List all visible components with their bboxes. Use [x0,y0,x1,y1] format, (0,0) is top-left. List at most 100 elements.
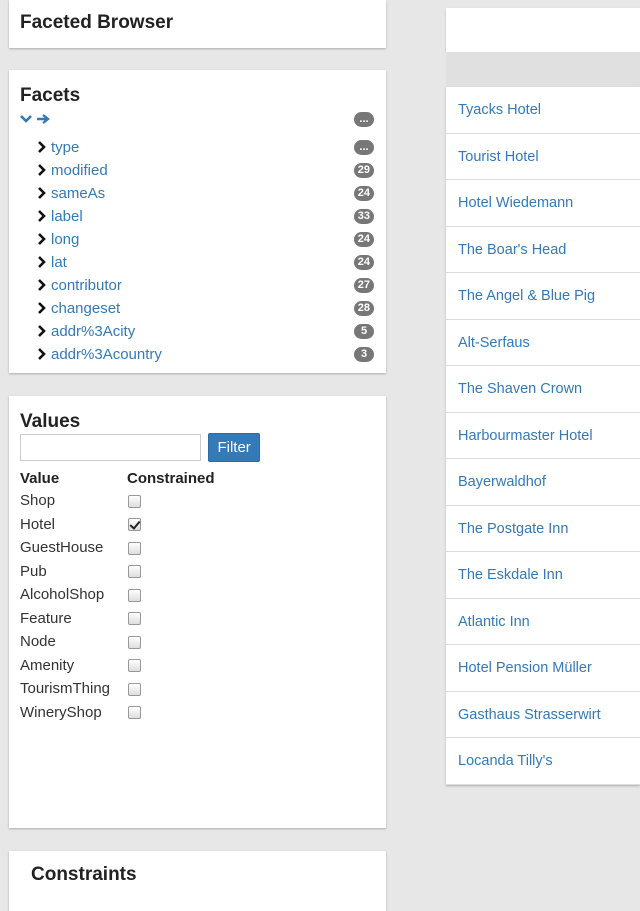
chevron-right-icon[interactable] [37,298,49,321]
facet-count-badge: 28 [353,301,374,316]
value-constrained-cell [127,654,215,678]
constrained-checkbox[interactable] [128,682,141,696]
constrained-checkbox[interactable] [128,659,141,673]
facet-link[interactable]: addr%3Acity [51,323,135,340]
facet-item[interactable]: type... [37,136,386,159]
chevron-right-icon[interactable] [37,275,49,298]
constrained-checkbox[interactable] [128,494,141,508]
facet-list: type... modified 29 sameAs 24 label 33 long 24 la… [37,136,386,366]
chevron-right-icon[interactable] [37,229,49,252]
constrained-checkbox[interactable] [128,706,141,720]
value-label: Amenity [20,656,75,674]
facet-item[interactable]: modified 29 [37,159,386,182]
result-item[interactable]: Harbourmaster Hotel [446,413,640,459]
chevron-down-icon[interactable] [20,114,32,124]
col-constrained-header: Constrained [127,469,215,487]
facet-count-badge: 29 [353,163,374,178]
filter-input[interactable] [20,434,201,461]
result-item[interactable]: Gasthaus Strasserwirt [446,692,640,738]
chevron-right-icon[interactable] [37,183,49,206]
chevron-right-icon[interactable] [37,160,49,183]
constraints-panel: Constraints [9,851,386,911]
facet-link[interactable]: sameAs [51,185,105,202]
result-item[interactable]: Bayerwaldhof [446,459,640,506]
value-row: Pub [20,560,215,584]
constrained-checkbox[interactable] [128,612,141,626]
result-item[interactable]: Alt-Serfaus [446,320,640,366]
facet-count-badge: 5 [354,324,374,339]
facet-count-badge: 24 [353,255,374,270]
result-item[interactable]: Locanda Tilly's [446,738,640,785]
result-item[interactable]: Hotel Pension Müller [446,645,640,692]
facet-link[interactable]: type [51,139,79,156]
facet-link[interactable]: label [51,208,83,225]
filter-button[interactable]: Filter [208,433,260,462]
value-row: Shop [20,489,215,513]
facet-item[interactable]: lat 24 [37,251,386,274]
value-label: WineryShop [20,703,102,721]
value-label: GuestHouse [20,539,104,557]
result-item[interactable]: The Shaven Crown [446,366,640,413]
facet-item[interactable]: label 33 [37,205,386,228]
facet-link[interactable]: contributor [51,277,122,294]
facet-item[interactable]: long 24 [37,228,386,251]
result-item[interactable]: Tourist Hotel [446,134,640,180]
facet-count-badge: 27 [353,278,374,293]
value-row: Node [20,630,215,654]
result-item[interactable]: The Boar's Head [446,227,640,273]
chevron-right-icon[interactable] [37,321,49,344]
result-item[interactable]: The Postgate Inn [446,506,640,552]
results-top-panel [446,8,640,52]
value-constrained-cell [127,607,215,631]
value-label: Shop [20,492,56,510]
facet-link[interactable]: modified [51,162,108,179]
chevron-right-icon[interactable] [37,206,49,229]
chevron-right-icon[interactable] [37,252,49,275]
facet-item[interactable]: addr%3Acountry 3 [37,343,386,366]
facet-root-toggle[interactable] [20,110,51,127]
constrained-checkbox[interactable] [128,541,141,555]
results-header-bar [446,52,640,87]
facet-item[interactable]: addr%3Acity 5 [37,320,386,343]
chevron-right-icon[interactable] [37,344,49,367]
value-label: AlcoholShop [20,586,105,604]
facet-link[interactable]: changeset [51,300,120,317]
facet-item[interactable]: sameAs 24 [37,182,386,205]
constrained-checkbox[interactable] [128,635,141,649]
value-label: Node [20,633,56,651]
constrained-checkbox[interactable] [128,565,141,579]
facet-item[interactable]: changeset 28 [37,297,386,320]
value-row: WineryShop [20,701,215,725]
value-constrained-cell [127,583,215,607]
facet-count-badge: 33 [353,209,374,224]
result-item[interactable]: Hotel Wiedemann [446,180,640,227]
value-row: AlcoholShop [20,583,215,607]
constraints-title: Constraints [31,864,137,885]
value-label: Feature [20,609,72,627]
result-item[interactable]: The Angel & Blue Pig [446,273,640,320]
facet-root-badge: ... [354,112,374,127]
arrow-right-icon[interactable] [36,114,51,124]
value-constrained-cell [127,677,215,701]
facet-link[interactable]: long [51,231,79,248]
chevron-right-icon[interactable] [37,137,49,160]
facet-link[interactable]: addr%3Acountry [51,346,162,363]
facet-count-badge: 24 [353,232,374,247]
values-table-header: Value Constrained [20,467,215,489]
facet-count-badge: 24 [353,186,374,201]
result-item[interactable]: The Eskdale Inn [446,552,640,599]
facet-link[interactable]: lat [51,254,67,271]
value-label: Pub [20,562,47,580]
constrained-checkbox[interactable] [128,518,141,532]
result-item[interactable]: Atlantic Inn [446,599,640,645]
value-constrained-cell [127,701,215,725]
value-row: TourismThing [20,677,215,701]
facet-count-badge: ... [354,140,374,155]
constrained-checkbox[interactable] [128,588,141,602]
facet-item[interactable]: contributor 27 [37,274,386,297]
result-item[interactable]: Tyacks Hotel [446,87,640,134]
values-panel: Values Filter Value Constrained Shop Hote… [9,396,386,828]
values-table: Value Constrained Shop Hotel GuestHouse Pub… [20,467,215,724]
results-list: Tyacks Hotel Tourist Hotel Hotel Wiedemann… [446,87,640,785]
value-label: TourismThing [20,680,111,698]
